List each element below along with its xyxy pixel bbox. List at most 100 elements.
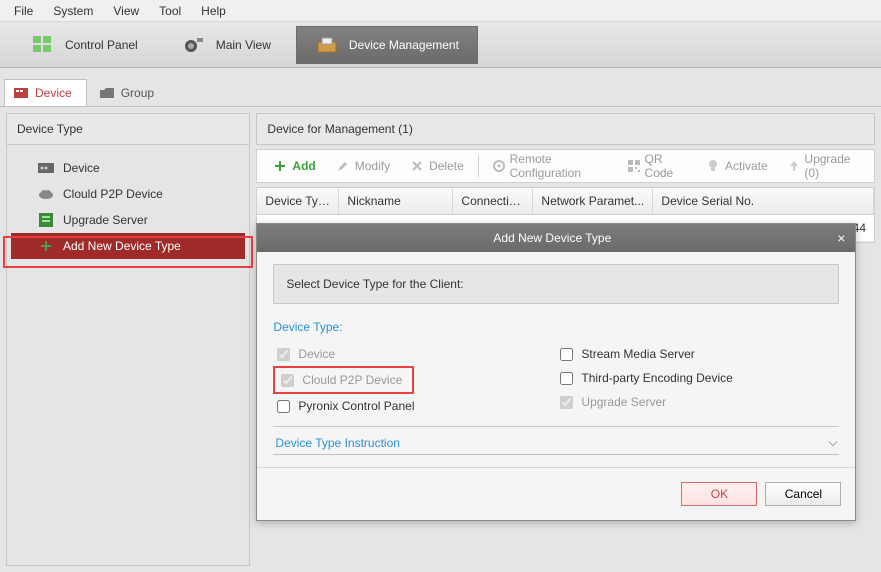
tab-device-management[interactable]: × Device Management <box>296 26 478 64</box>
tab-label: Device Management <box>349 38 459 52</box>
instruction-label: Device Type Instruction <box>275 436 400 450</box>
device-type-panel: Device Type Device Clould P2P Device Upg… <box>6 113 250 566</box>
check-label: Stream Media Server <box>581 347 694 361</box>
tab-control-panel[interactable]: Control Panel <box>12 26 157 64</box>
check-label: Third-party Encoding Device <box>581 371 732 385</box>
chevron-down-icon: ⌵ <box>828 435 837 450</box>
check-device[interactable]: Device <box>273 342 556 366</box>
delete-button[interactable]: Delete <box>400 155 474 177</box>
folder-icon <box>99 86 115 100</box>
pencil-icon <box>336 159 350 173</box>
device-type-tree: Device Clould P2P Device Upgrade Server … <box>7 145 249 269</box>
modify-button[interactable]: Modify <box>326 155 400 177</box>
check-upgrade[interactable]: Upgrade Server <box>556 390 839 414</box>
col-serial[interactable]: Device Serial No. <box>653 188 874 214</box>
dialog-title-text: Add New Device Type <box>267 231 837 245</box>
table-header: Device Type Nickname Connectio... Networ… <box>257 188 874 215</box>
check-pyronix[interactable]: Pyronix Control Panel <box>273 394 556 418</box>
dialog-titlebar: Add New Device Type × <box>257 224 855 252</box>
upload-icon <box>788 159 800 173</box>
remote-config-button[interactable]: Remote Configuration <box>483 148 618 184</box>
device-management-panel: Device for Management (1) Add Modify Del… <box>256 113 875 566</box>
tree-label: Add New Device Type <box>63 239 181 253</box>
tree-item-add-new[interactable]: Add New Device Type <box>11 233 245 259</box>
menu-bar: File System View Tool Help <box>0 0 881 22</box>
tree-item-upgrade[interactable]: Upgrade Server <box>11 207 245 233</box>
device-row-icon <box>37 161 55 175</box>
cloud-icon <box>37 187 55 201</box>
remote-label: Remote Configuration <box>510 152 608 180</box>
modify-label: Modify <box>355 159 390 173</box>
content-area: Device Type Device Clould P2P Device Upg… <box>0 106 881 572</box>
menu-view[interactable]: View <box>103 2 149 20</box>
grid-icon <box>31 35 55 55</box>
dialog-body: Select Device Type for the Client: Devic… <box>257 252 855 467</box>
divider <box>273 426 839 427</box>
qr-code-button[interactable]: QR Code <box>618 148 696 184</box>
check-stream[interactable]: Stream Media Server <box>556 342 839 366</box>
upgrade-label: Upgrade (0) <box>804 152 858 180</box>
sub-tab-label: Device <box>35 86 72 100</box>
col-network[interactable]: Network Paramet... <box>533 188 653 214</box>
delete-label: Delete <box>429 159 464 173</box>
plus-icon <box>37 239 55 253</box>
activate-label: Activate <box>725 159 768 173</box>
check-label: Clould P2P Device <box>302 373 402 387</box>
device-small-icon <box>13 86 29 100</box>
checkbox-pyronix[interactable] <box>277 400 290 413</box>
camera-icon <box>182 35 206 55</box>
close-icon[interactable]: × <box>837 230 845 246</box>
tab-label: Control Panel <box>65 38 138 52</box>
sub-tab-group[interactable]: Group <box>91 80 168 106</box>
menu-file[interactable]: File <box>4 2 43 20</box>
check-label: Upgrade Server <box>581 395 666 409</box>
add-device-type-dialog: Add New Device Type × Select Device Type… <box>256 223 856 521</box>
tab-label: Main View <box>216 38 271 52</box>
ok-button[interactable]: OK <box>681 482 757 506</box>
col-connection[interactable]: Connectio... <box>453 188 533 214</box>
sub-tab-device[interactable]: Device <box>4 79 87 106</box>
col-nickname[interactable]: Nickname <box>339 188 453 214</box>
gear-icon <box>493 159 505 173</box>
checkbox-grid: Device Clould P2P Device <box>273 342 839 418</box>
separator <box>478 155 479 177</box>
checkbox-cloud[interactable] <box>281 374 294 387</box>
device-for-management-header: Device for Management (1) <box>256 113 875 145</box>
main-tab-bar: Control Panel Main View × Device Managem… <box>0 22 881 68</box>
sub-tab-label: Group <box>121 86 154 100</box>
menu-system[interactable]: System <box>43 2 103 20</box>
upgrade-button[interactable]: Upgrade (0) <box>778 148 868 184</box>
tree-item-device[interactable]: Device <box>11 155 245 181</box>
tree-label: Clould P2P Device <box>63 187 163 201</box>
checkbox-upgrade[interactable] <box>560 396 573 409</box>
checkbox-stream[interactable] <box>560 348 573 361</box>
server-icon <box>37 213 55 227</box>
x-icon <box>410 159 424 173</box>
cancel-button[interactable]: Cancel <box>765 482 841 506</box>
check-label: Device <box>298 347 335 361</box>
qr-icon <box>628 159 640 173</box>
dialog-prompt: Select Device Type for the Client: <box>273 264 839 304</box>
add-label: Add <box>292 159 315 173</box>
sub-tab-bar: Device Group <box>0 76 881 106</box>
device-type-header: Device Type <box>7 114 249 145</box>
check-thirdparty[interactable]: Third-party Encoding Device <box>556 366 839 390</box>
highlight-cloud-checkbox: Clould P2P Device <box>273 366 414 394</box>
toolbar: Add Modify Delete Remote Configuration Q… <box>256 149 875 183</box>
tab-main-view[interactable]: Main View <box>163 26 290 64</box>
add-button[interactable]: Add <box>263 155 325 177</box>
checkbox-thirdparty[interactable] <box>560 372 573 385</box>
checkbox-device[interactable] <box>277 348 290 361</box>
bulb-icon <box>706 159 720 173</box>
device-type-instruction[interactable]: Device Type Instruction ⌵ <box>273 431 839 455</box>
check-cloud[interactable]: Clould P2P Device <box>275 370 408 390</box>
menu-tool[interactable]: Tool <box>149 2 191 20</box>
tree-item-cloud[interactable]: Clould P2P Device <box>11 181 245 207</box>
activate-button[interactable]: Activate <box>696 155 778 177</box>
tab-close-icon[interactable]: × <box>469 25 475 36</box>
qr-label: QR Code <box>645 152 686 180</box>
dialog-button-row: OK Cancel <box>257 467 855 520</box>
menu-help[interactable]: Help <box>191 2 236 20</box>
check-label: Pyronix Control Panel <box>298 399 414 413</box>
col-device-type[interactable]: Device Type <box>257 188 339 214</box>
